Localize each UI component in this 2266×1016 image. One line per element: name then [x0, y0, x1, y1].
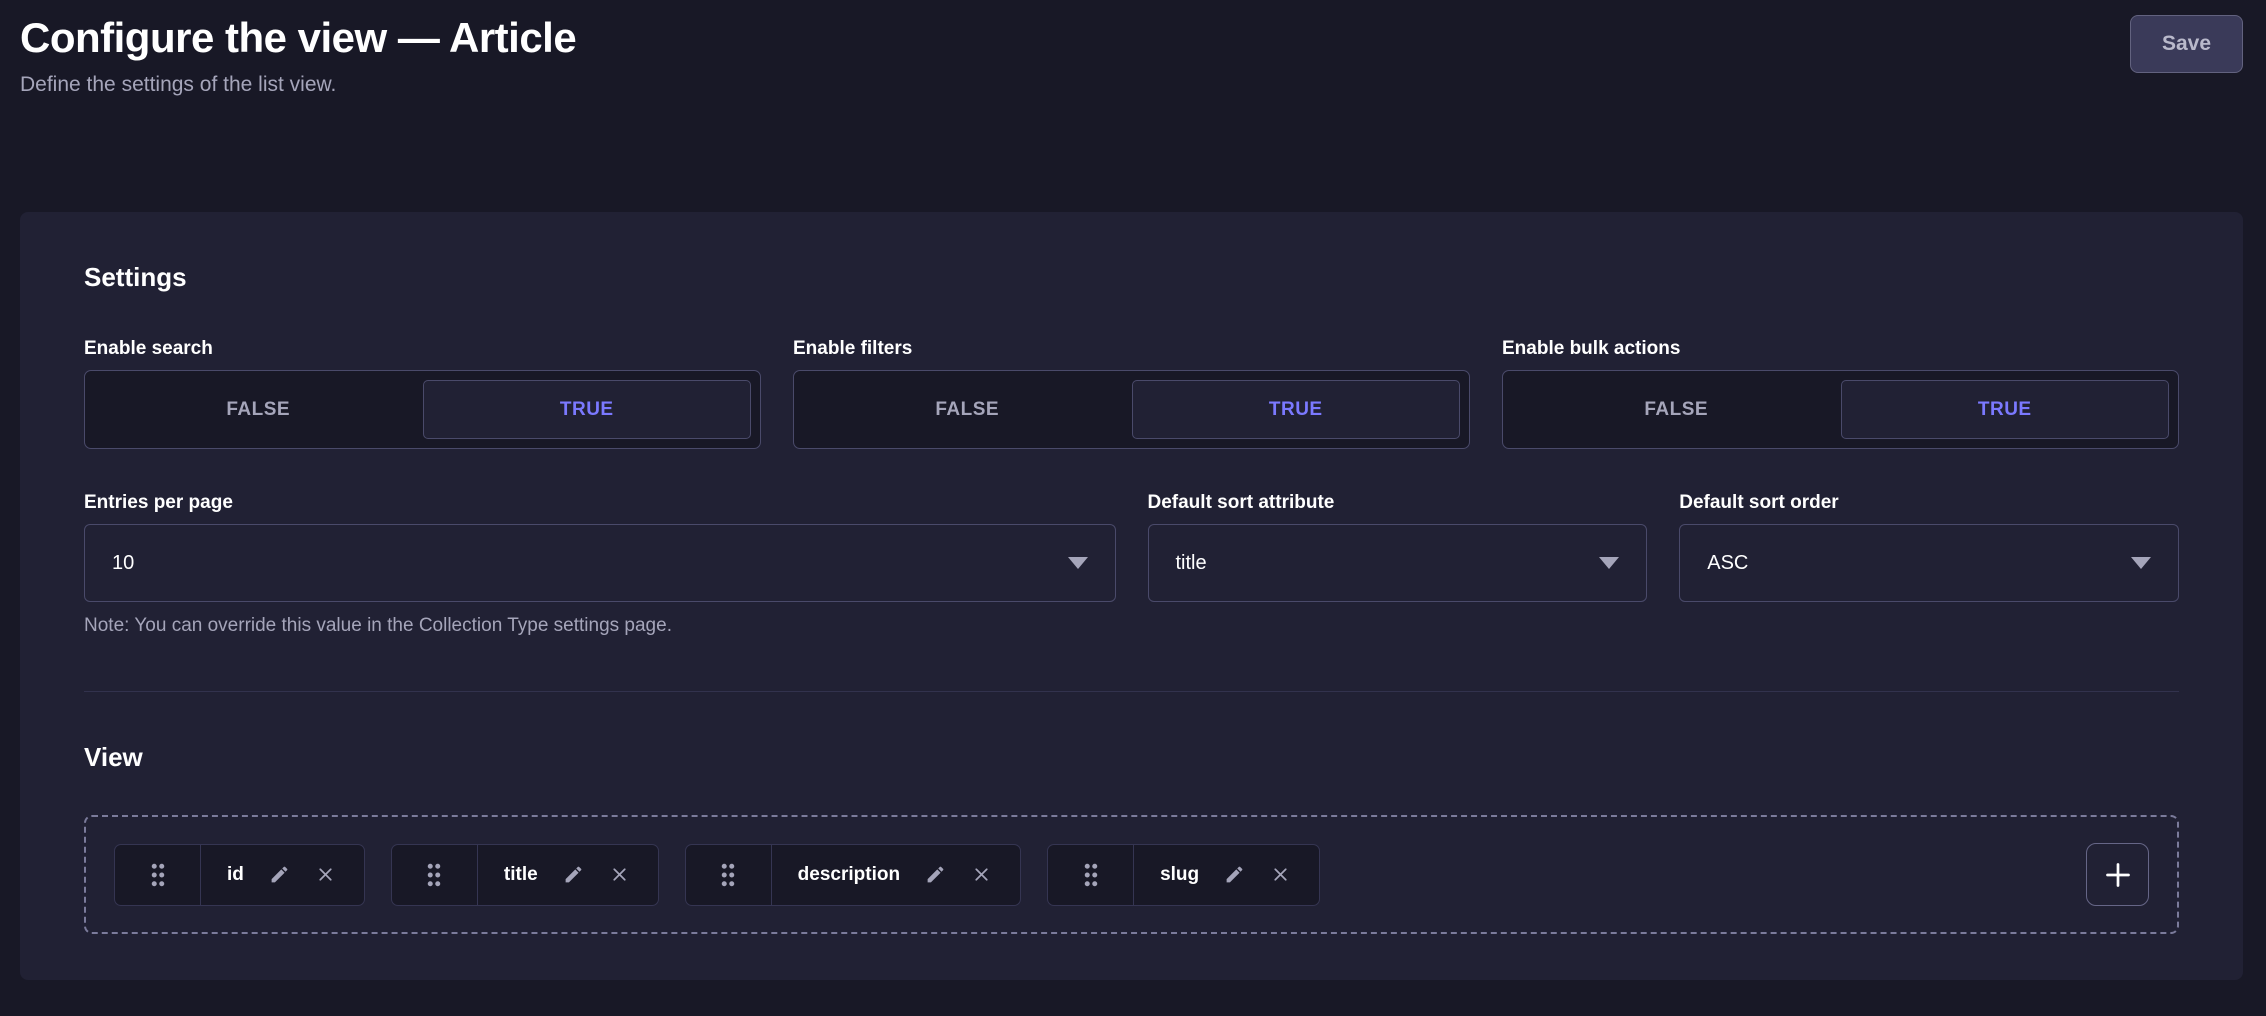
drag-handle[interactable] — [1048, 845, 1134, 905]
close-icon — [971, 864, 992, 885]
pencil-icon — [269, 864, 290, 885]
field-enable-filters: Enable filters FALSE TRUE — [793, 337, 1470, 449]
field-default-sort-order: Default sort order ASC — [1679, 491, 2179, 637]
field-card-title[interactable]: title — [391, 844, 659, 906]
field-card-slug[interactable]: slug — [1047, 844, 1320, 906]
chevron-down-icon — [1068, 557, 1088, 569]
field-card-label: description — [798, 864, 900, 886]
edit-field-button[interactable] — [269, 864, 290, 885]
default-sort-order-select[interactable]: ASC — [1679, 524, 2179, 602]
enable-filters-toggle: FALSE TRUE — [793, 370, 1470, 449]
edit-field-button[interactable] — [563, 864, 584, 885]
remove-field-button[interactable] — [315, 864, 336, 885]
remove-field-button[interactable] — [609, 864, 630, 885]
field-label: Default sort attribute — [1148, 491, 1648, 514]
settings-card: Settings Enable search FALSE TRUE Enable… — [20, 212, 2243, 980]
drag-handle-icon — [148, 860, 168, 890]
field-label: Enable filters — [793, 337, 1470, 360]
drag-handle-icon — [1081, 860, 1101, 890]
select-value: title — [1176, 552, 1207, 575]
drag-handle[interactable] — [115, 845, 201, 905]
field-card-label: title — [504, 864, 538, 886]
toggle-option-true[interactable]: TRUE — [423, 380, 752, 439]
entries-per-page-note: Note: You can override this value in the… — [84, 614, 1116, 637]
field-label: Default sort order — [1679, 491, 2179, 514]
field-label: Entries per page — [84, 491, 1116, 514]
drag-handle[interactable] — [392, 845, 478, 905]
add-field-button[interactable] — [2086, 843, 2149, 906]
drag-handle[interactable] — [686, 845, 772, 905]
close-icon — [315, 864, 336, 885]
plus-icon — [2100, 857, 2136, 893]
field-layout-zone: id — [84, 815, 2179, 934]
field-card-label: id — [227, 864, 244, 886]
select-value: 10 — [112, 552, 134, 575]
toggle-option-false[interactable]: FALSE — [1512, 380, 1841, 439]
enable-bulk-actions-toggle: FALSE TRUE — [1502, 370, 2179, 449]
pencil-icon — [1224, 864, 1245, 885]
chevron-down-icon — [2131, 557, 2151, 569]
page-header: Configure the view — Article Define the … — [0, 0, 2266, 97]
page-header-titles: Configure the view — Article Define the … — [20, 14, 576, 97]
view-heading: View — [84, 742, 2179, 773]
field-card-id[interactable]: id — [114, 844, 365, 906]
field-card-label: slug — [1160, 864, 1199, 886]
settings-heading: Settings — [84, 262, 2179, 293]
enable-search-toggle: FALSE TRUE — [84, 370, 761, 449]
remove-field-button[interactable] — [1270, 864, 1291, 885]
close-icon — [609, 864, 630, 885]
toggle-option-false[interactable]: FALSE — [803, 380, 1132, 439]
default-sort-attribute-select[interactable]: title — [1148, 524, 1648, 602]
field-default-sort-attribute: Default sort attribute title — [1148, 491, 1648, 637]
drag-handle-icon — [718, 860, 738, 890]
save-button[interactable]: Save — [2130, 15, 2243, 73]
pencil-icon — [925, 864, 946, 885]
settings-grid: Enable search FALSE TRUE Enable filters … — [84, 337, 2179, 637]
section-divider — [84, 691, 2179, 692]
toggle-option-true[interactable]: TRUE — [1841, 380, 2170, 439]
field-enable-bulk-actions: Enable bulk actions FALSE TRUE — [1502, 337, 2179, 449]
edit-field-button[interactable] — [925, 864, 946, 885]
chevron-down-icon — [1599, 557, 1619, 569]
field-label: Enable bulk actions — [1502, 337, 2179, 360]
edit-field-button[interactable] — [1224, 864, 1245, 885]
toggle-option-true[interactable]: TRUE — [1132, 380, 1461, 439]
field-entries-per-page: Entries per page 10 Note: You can overri… — [84, 491, 1116, 637]
field-card-description[interactable]: description — [685, 844, 1021, 906]
field-label: Enable search — [84, 337, 761, 360]
field-enable-search: Enable search FALSE TRUE — [84, 337, 761, 449]
close-icon — [1270, 864, 1291, 885]
entries-per-page-select[interactable]: 10 — [84, 524, 1116, 602]
pencil-icon — [563, 864, 584, 885]
toggle-option-false[interactable]: FALSE — [94, 380, 423, 439]
page-title: Configure the view — Article — [20, 14, 576, 62]
page-subtitle: Define the settings of the list view. — [20, 72, 576, 97]
drag-handle-icon — [424, 860, 444, 890]
select-value: ASC — [1707, 552, 1748, 575]
remove-field-button[interactable] — [971, 864, 992, 885]
